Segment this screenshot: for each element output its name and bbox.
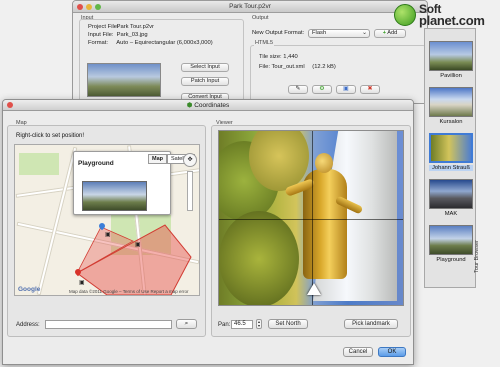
stepper-arrows-icon: ▴ ▾ [257,319,260,328]
dialog-titlebar: ⬢ Coordinates [3,100,413,111]
map-info-popup: Map Satellite Playground [73,151,195,215]
popup-title: Playground [78,160,114,167]
new-output-format-label: New Output Format: [252,30,305,36]
output-group: New Output Format: Flash ⌄ + Add HTML5 T… [250,19,426,103]
tour-browser-gallery: Pavillion Kursalon Johann Strauß MAK Pla… [424,28,476,288]
gallery-item-playground[interactable]: Playground [429,225,473,263]
tile-size-text: Tile size: 1,440 [259,54,298,60]
wrench-icon: ✎ [295,86,301,92]
close-icon[interactable] [77,4,83,10]
softplanet-logo: Soft planet.com [394,2,498,30]
right-click-hint: Right-click to set position! [16,133,85,139]
patch-input-button[interactable]: Patch Input [181,77,229,86]
map-zoom-control[interactable] [187,171,193,211]
tour-browser-label: Tour Browser [474,240,480,273]
select-input-button[interactable]: Select Input [181,63,229,72]
map-label: Map [16,120,27,126]
logo-text-line2: planet.com [419,13,485,28]
logo-circle-icon [394,4,416,26]
output-format-select[interactable]: Flash ⌄ [308,29,370,38]
set-north-button[interactable]: Set North [268,319,308,329]
main-window-title: Park Tour.p2vr [229,3,271,10]
tree-foliage [219,211,299,305]
maximize-icon[interactable] [95,4,101,10]
output-settings-button[interactable]: ✎ [288,85,308,94]
input-file-value: Park_03.jpg [116,32,148,38]
gallery-item-johann-strauss[interactable]: Johann Strauß [429,133,473,171]
pan-input[interactable]: 46.5 [231,320,253,329]
gallery-thumbnail [429,179,473,209]
add-output-button[interactable]: + Add [374,29,406,38]
camera-icon: ▣ [105,232,111,238]
coordinates-icon: ⬢ [186,102,193,109]
gallery-item-kursalon[interactable]: Kursalon [429,87,473,125]
gallery-caption: Kursalon [439,119,463,125]
delete-icon: ✖ [367,86,373,92]
gallery-caption: MAK [444,211,458,217]
output-file-size: (12.2 kB) [312,64,336,70]
output-build-button[interactable]: ⚙ [312,85,332,94]
gallery-caption: Johann Strauß [429,165,473,171]
gallery-thumbnail [429,225,473,255]
popup-panorama-thumbnail [82,181,147,211]
crosshair-horizontal [219,219,403,220]
gallery-item-pavillion[interactable]: Pavillion [429,41,473,79]
north-pointer-icon [307,283,321,295]
close-icon[interactable] [7,102,13,108]
dialog-title: Coordinates [194,102,230,109]
map-pan-control[interactable]: ✥ [183,153,197,167]
main-window: Park Tour.p2vr Input Output Project File… [72,0,428,104]
gallery-thumbnail [429,41,473,71]
output-open-button[interactable]: ▣ [336,85,356,94]
output-format-value: Flash [312,30,327,36]
main-window-titlebar: Park Tour.p2vr [73,1,427,13]
map-attribution: Map data ©2011 Google – Terms of Use Rep… [69,289,189,294]
address-label: Address: [16,322,40,328]
google-logo: Google [18,286,41,293]
dialog-window-controls [7,102,13,108]
map-tab[interactable]: Map [148,154,167,164]
gallery-thumbnail [429,87,473,117]
format-row: Format: Auto – Equirectangular (6,000x3,… [88,40,213,46]
search-icon: ⌕ [184,320,189,327]
plus-icon: + [382,30,387,36]
output-file-row: File: Tour_out.xml (12.2 kB) [259,64,336,70]
input-panorama-thumbnail [87,63,161,97]
project-file-row: Project File: Park Tour.p2vr [88,24,154,30]
camera-icon: ▣ [79,280,85,286]
input-file-row: Input File: Park_03.jpg [88,32,148,38]
output-delete-button[interactable]: ✖ [360,85,380,94]
project-file-value: Park Tour.p2vr [116,24,154,30]
window-icon: ▣ [343,86,349,92]
cancel-button[interactable]: Cancel [343,347,373,357]
format-key: Format: [88,40,108,46]
statue-head [315,153,333,173]
address-input[interactable] [45,320,172,329]
ok-button[interactable]: OK [378,347,406,357]
output-file-name: File: Tour_out.xml [259,64,305,70]
input-file-key: Input File: [88,32,114,38]
gallery-item-mak[interactable]: MAK [429,179,473,217]
pick-landmark-button[interactable]: Pick landmark [344,319,398,329]
pan-label: Pan: [218,322,231,328]
gallery-thumbnail [429,133,473,163]
pan-stepper[interactable]: ▴ ▾ [256,319,262,329]
gallery-caption: Pavillion [440,73,462,79]
google-map[interactable]: Map Satellite Playground ✥ ▣ ▣ ▣ Google … [14,144,200,296]
html5-label: HTML5 [254,40,275,46]
chevron-down-icon: ⌄ [362,30,367,36]
address-search-button[interactable]: ⌕ [176,319,197,329]
gear-icon: ⚙ [319,86,325,92]
minimize-icon[interactable] [86,4,92,10]
panorama-viewer[interactable] [218,130,404,306]
window-controls [77,4,101,10]
html5-output-group: HTML5 Tile size: 1,440 File: Tour_out.xm… [250,40,426,103]
viewer-label: Viewer [216,120,233,126]
add-output-label: Add [387,30,398,36]
camera-icon: ▣ [135,242,141,248]
format-value: Auto – Equirectangular (6,000x3,000) [116,40,213,46]
project-file-key: Project File: [88,24,119,30]
gallery-caption: Playground [436,257,466,263]
